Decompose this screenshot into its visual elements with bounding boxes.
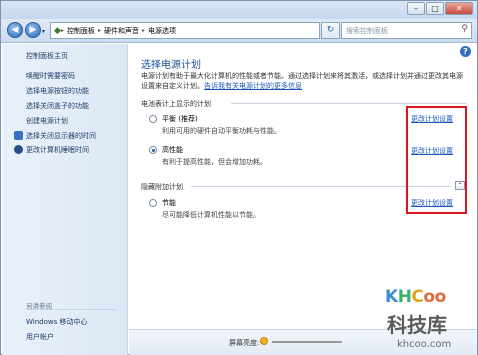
maximize-button[interactable]: □ bbox=[426, 2, 444, 15]
highlight-box bbox=[406, 106, 467, 214]
sidebar-item-control-panel-home[interactable]: 控制面板主页 bbox=[26, 51, 68, 61]
chevron-right-icon[interactable]: ▸ bbox=[61, 27, 64, 34]
sidebar-item-sleep-time[interactable]: 更改计算机睡眠时间 bbox=[26, 145, 89, 155]
sidebar-item-power-button[interactable]: 选择电源按钮的功能 bbox=[26, 86, 89, 96]
window-frame: – □ ✕ ◀ ▶ ▾ ◆ ▸ 控制面板 ▸ 硬件和声音 ▸ 电源选项 ↻ 搜索… bbox=[0, 0, 478, 355]
sidebar-item-create-plan[interactable]: 创建电源计划 bbox=[26, 116, 68, 126]
description-line: 电源计划有助于最大化计算机的性能或者节能。通过选择计划来将其激活，或选择计划并通… bbox=[141, 72, 463, 80]
brand-letter: K bbox=[385, 287, 398, 307]
divider bbox=[26, 309, 116, 310]
minimize-button[interactable]: – bbox=[407, 2, 425, 15]
brightness-label: 屏幕亮度: bbox=[229, 339, 260, 347]
sidebar-item-user-accounts[interactable]: 用户帐户 bbox=[26, 332, 54, 342]
title-bar: – □ ✕ bbox=[1, 1, 477, 21]
plan-description: 利用可用的硬件自动平衡功耗与性能。 bbox=[162, 127, 281, 135]
breadcrumb-power-options[interactable]: 电源选项 bbox=[148, 26, 176, 36]
close-button[interactable]: ✕ bbox=[445, 2, 473, 15]
help-icon[interactable]: ? bbox=[460, 46, 471, 57]
watermark-brand: KHCoo bbox=[385, 287, 446, 307]
display-icon bbox=[14, 131, 23, 140]
description-text: 设置来自定义计划。 bbox=[141, 82, 204, 90]
sun-icon bbox=[260, 337, 268, 345]
divider bbox=[231, 103, 467, 104]
brand-letter: H bbox=[397, 287, 412, 307]
recent-pages-icon[interactable]: ▾ bbox=[42, 28, 45, 35]
sleep-icon bbox=[14, 145, 23, 154]
plan-name: 平衡 (推荐) bbox=[162, 115, 198, 123]
breadcrumb-hardware-sound[interactable]: 硬件和声音 bbox=[104, 26, 139, 36]
chevron-right-icon[interactable]: ▸ bbox=[142, 27, 145, 34]
forward-button[interactable]: ▶ bbox=[25, 22, 41, 38]
radio-high-performance[interactable] bbox=[149, 146, 157, 154]
window-controls: – □ ✕ bbox=[406, 2, 473, 15]
navigation-bar: ◀ ▶ ▾ ◆ ▸ 控制面板 ▸ 硬件和声音 ▸ 电源选项 ↻ 搜索控制面板 ⚲ bbox=[1, 19, 477, 43]
watermark-cn: 科技库 bbox=[387, 313, 447, 337]
brightness-slider[interactable] bbox=[272, 341, 342, 343]
radio-balanced[interactable] bbox=[149, 115, 157, 123]
radio-power-saver[interactable] bbox=[149, 199, 157, 207]
sidebar: 控制面板主页 唤醒时需要密码 选择电源按钮的功能 选择关闭盖子的功能 创建电源计… bbox=[2, 44, 128, 355]
brand-letter: C bbox=[411, 287, 424, 307]
plan-name: 高性能 bbox=[162, 146, 183, 154]
watermark-url: khcoo.com bbox=[397, 339, 452, 350]
control-panel-icon: ◆ bbox=[54, 25, 61, 36]
page-description: 电源计划有助于最大化计算机的性能或者节能。通过选择计划来将其激活，或选择计划并通… bbox=[141, 71, 471, 91]
watermark-logo: KHCoo 科技库 khcoo.com bbox=[381, 287, 477, 355]
sidebar-item-lid-close[interactable]: 选择关闭盖子的功能 bbox=[26, 101, 89, 111]
chevron-right-icon[interactable]: ▸ bbox=[98, 27, 101, 34]
brand-letter: oo bbox=[423, 287, 446, 307]
address-bar[interactable]: ◆ ▸ 控制面板 ▸ 硬件和声音 ▸ 电源选项 bbox=[50, 22, 320, 39]
search-placeholder: 搜索控制面板 bbox=[346, 27, 388, 35]
back-button[interactable]: ◀ bbox=[7, 22, 23, 38]
refresh-button[interactable]: ↻ bbox=[321, 22, 340, 39]
plan-name: 节能 bbox=[162, 199, 176, 207]
plan-description: 有利于提高性能，但会增加功耗。 bbox=[162, 158, 267, 166]
group-label-hidden-plans: 隐藏附加计划 bbox=[141, 183, 183, 191]
description-line: 设置来自定义计划。告诉我有关电源计划的更多信息 bbox=[141, 81, 471, 91]
search-icon[interactable]: ⚲ bbox=[461, 24, 468, 34]
page-title: 选择电源计划 bbox=[141, 60, 201, 71]
breadcrumb-control-panel[interactable]: 控制面板 bbox=[67, 26, 95, 36]
sidebar-item-display-off[interactable]: 选择关闭显示器的时间 bbox=[26, 131, 96, 141]
search-input[interactable]: 搜索控制面板 ⚲ bbox=[341, 22, 472, 39]
plan-description: 尽可能降低计算机性能以节能。 bbox=[162, 211, 260, 219]
sidebar-item-wake-password[interactable]: 唤醒时需要密码 bbox=[26, 71, 75, 81]
power-plan-info-link[interactable]: 告诉我有关电源计划的更多信息 bbox=[204, 82, 302, 90]
group-label-shown-plans: 电池表计上显示的计划 bbox=[141, 100, 211, 108]
sidebar-item-mobility-center[interactable]: Windows 移动中心 bbox=[26, 317, 87, 327]
